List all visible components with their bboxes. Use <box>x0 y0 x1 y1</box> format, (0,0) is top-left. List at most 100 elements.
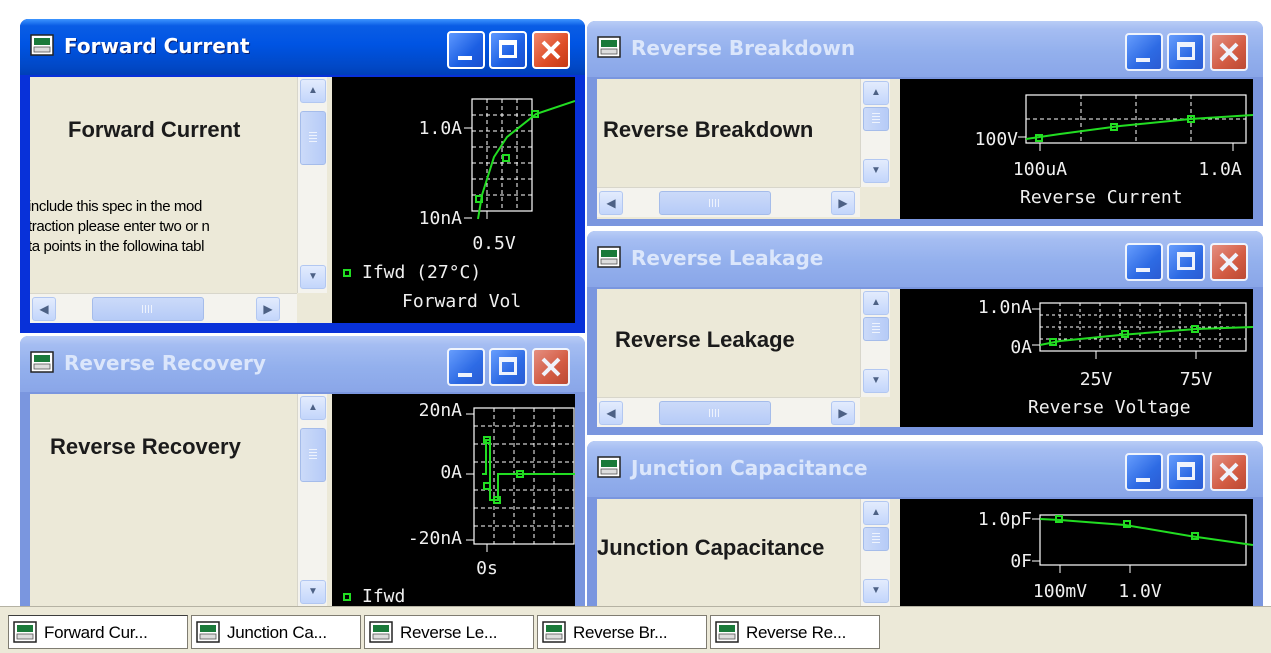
scroll-thumb[interactable] <box>300 428 326 482</box>
scroll-thumb[interactable] <box>863 527 889 551</box>
horizontal-scrollbar[interactable]: ◀ ▶ <box>30 293 297 323</box>
close-button[interactable] <box>1210 243 1248 281</box>
scroll-up-button[interactable]: ▲ <box>300 396 326 420</box>
maximize-button[interactable] <box>489 31 527 69</box>
scroll-right-button[interactable]: ▶ <box>831 401 855 425</box>
maximize-button[interactable] <box>1167 453 1205 491</box>
window-app-icon <box>369 621 393 643</box>
y-tick-label: 0A <box>440 462 462 483</box>
scroll-down-button[interactable]: ▼ <box>300 265 326 289</box>
scroll-down-button[interactable]: ▼ <box>863 579 889 603</box>
title-bar[interactable]: Reverse Recovery <box>20 336 585 392</box>
scroll-left-button[interactable]: ◀ <box>599 401 623 425</box>
scroll-down-button[interactable]: ▼ <box>863 369 889 393</box>
window-client: Forward Current include this spec in the… <box>30 77 575 323</box>
scroll-up-button[interactable]: ▲ <box>300 79 326 103</box>
window-junction-capacitance[interactable]: Junction Capacitance Junction Capacitanc… <box>587 441 1263 606</box>
close-button[interactable] <box>1210 453 1248 491</box>
close-button[interactable] <box>532 31 570 69</box>
vertical-scrollbar[interactable]: ▲ ▼ <box>860 289 890 397</box>
taskbar-item-reverse-leakage[interactable]: Reverse Le... <box>364 615 534 649</box>
y-tick-label: 0F <box>1010 551 1032 572</box>
spec-title: Forward Current <box>68 117 241 142</box>
vertical-scrollbar[interactable]: ▲ ▼ <box>860 79 890 187</box>
close-button[interactable] <box>1210 33 1248 71</box>
x-tick-label: 0s <box>476 558 498 579</box>
spec-title: Reverse Recovery <box>50 434 241 459</box>
scroll-thumb[interactable] <box>659 401 771 425</box>
taskbar-item-label: Junction Ca... <box>227 623 327 642</box>
reverse-recovery-plot: 20nA 0A -20nA 0s Ifwd <box>332 394 575 606</box>
window-title: Forward Current <box>64 34 250 58</box>
instruction-line: traction please enter two or n <box>30 218 210 235</box>
window-title: Reverse Breakdown <box>631 36 856 60</box>
scroll-left-button[interactable]: ◀ <box>32 297 56 321</box>
scroll-thumb[interactable] <box>92 297 204 321</box>
taskbar-item-reverse-recovery[interactable]: Reverse Re... <box>710 615 880 649</box>
scroll-down-button[interactable]: ▼ <box>863 159 889 183</box>
scroll-left-button[interactable]: ◀ <box>599 191 623 215</box>
window-app-icon <box>597 456 621 478</box>
taskbar-item-label: Reverse Le... <box>400 623 498 642</box>
spec-pane: Junction Capacitance ▲ ▼ <box>597 499 900 606</box>
taskbar-item-junction-capacitance[interactable]: Junction Ca... <box>191 615 361 649</box>
x-tick-label: 75V <box>1180 369 1213 390</box>
window-client: Reverse Breakdown ▲ ▼ ◀ ▶ 100V 100uA 1.0… <box>597 79 1253 219</box>
minimize-button[interactable] <box>1125 453 1163 491</box>
y-tick-label: 10nA <box>419 208 463 229</box>
instruction-line: include this spec in the mod <box>30 198 202 215</box>
close-button[interactable] <box>532 348 570 386</box>
title-bar[interactable]: Forward Current <box>20 19 585 75</box>
window-client: Reverse Recovery ▲ ▼ 20nA 0A -20nA 0s If… <box>30 394 575 606</box>
window-reverse-recovery[interactable]: Reverse Recovery Reverse Recovery ▲ ▼ 20… <box>20 336 585 606</box>
scroll-up-button[interactable]: ▲ <box>863 501 889 525</box>
taskbar-item-forward-current[interactable]: Forward Cur... <box>8 615 188 649</box>
reverse-leakage-plot: 1.0nA 0A 25V 75V Reverse Voltage <box>900 289 1253 427</box>
scroll-thumb[interactable] <box>863 317 889 341</box>
scroll-thumb[interactable] <box>863 107 889 131</box>
minimize-button[interactable] <box>447 348 485 386</box>
horizontal-scrollbar[interactable]: ◀ ▶ <box>597 187 860 217</box>
legend-marker <box>343 593 351 601</box>
window-tab-bar: Forward Cur... Junction Ca... Reverse Le… <box>0 606 1271 653</box>
x-tick-label: 100mV <box>1033 581 1087 602</box>
scroll-right-button[interactable]: ▶ <box>256 297 280 321</box>
junction-capacitance-plot: 1.0pF 0F 100mV 1.0V <box>900 499 1253 606</box>
maximize-button[interactable] <box>1167 243 1205 281</box>
scroll-thumb[interactable] <box>300 111 326 165</box>
vertical-scrollbar[interactable]: ▲ ▼ <box>860 499 890 606</box>
minimize-button[interactable] <box>1125 243 1163 281</box>
taskbar-item-reverse-breakdown[interactable]: Reverse Br... <box>537 615 707 649</box>
scroll-up-button[interactable]: ▲ <box>863 81 889 105</box>
y-tick-label: 1.0nA <box>978 297 1032 318</box>
x-axis-label: Reverse Current <box>1020 187 1183 208</box>
scroll-up-button[interactable]: ▲ <box>863 291 889 315</box>
scroll-thumb[interactable] <box>659 191 771 215</box>
title-bar[interactable]: Reverse Breakdown <box>587 21 1263 77</box>
maximize-button[interactable] <box>489 348 527 386</box>
window-app-icon <box>542 621 566 643</box>
scroll-right-button[interactable]: ▶ <box>831 191 855 215</box>
spec-title: Reverse Leakage <box>615 327 795 352</box>
window-reverse-leakage[interactable]: Reverse Leakage Reverse Leakage ▲ ▼ ◀ ▶ <box>587 231 1263 435</box>
legend-label: Ifwd <box>362 586 405 606</box>
horizontal-scrollbar[interactable]: ◀ ▶ <box>597 397 860 427</box>
window-app-icon <box>196 621 220 643</box>
vertical-scrollbar[interactable]: ▲ ▼ <box>297 394 327 606</box>
spec-pane: Reverse Breakdown ▲ ▼ ◀ ▶ <box>597 79 900 219</box>
maximize-button[interactable] <box>1167 33 1205 71</box>
x-tick-label: 0.5V <box>472 233 516 254</box>
minimize-button[interactable] <box>1125 33 1163 71</box>
window-title: Reverse Recovery <box>64 351 266 375</box>
title-bar[interactable]: Junction Capacitance <box>587 441 1263 497</box>
minimize-button[interactable] <box>447 31 485 69</box>
y-tick-label: 1.0pF <box>978 509 1032 530</box>
legend-marker <box>343 269 351 277</box>
scroll-down-button[interactable]: ▼ <box>300 580 326 604</box>
title-bar[interactable]: Reverse Leakage <box>587 231 1263 287</box>
vertical-scrollbar[interactable]: ▲ ▼ <box>297 77 327 293</box>
window-app-icon <box>715 621 739 643</box>
window-client: Reverse Leakage ▲ ▼ ◀ ▶ 1.0nA 0A 25V 75V… <box>597 289 1253 427</box>
window-reverse-breakdown[interactable]: Reverse Breakdown Reverse Breakdown ▲ ▼ … <box>587 21 1263 226</box>
window-forward-current[interactable]: Forward Current Forward Current include … <box>20 19 585 333</box>
